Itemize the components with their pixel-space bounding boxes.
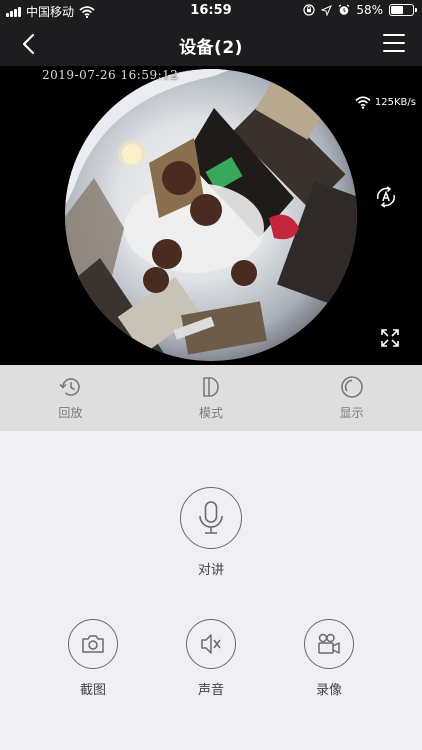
fullscreen-icon[interactable]: [380, 328, 400, 348]
status-bar: 中国移动 16:59 58%: [0, 0, 422, 22]
history-icon: [59, 378, 81, 396]
battery-icon: [389, 4, 417, 16]
snapshot-button[interactable]: [68, 619, 118, 669]
playback-label: 回放: [58, 406, 83, 420]
status-right: 58%: [303, 3, 417, 17]
snapshot-label: 截图: [79, 683, 106, 698]
speaker-mute-icon: [201, 634, 221, 654]
alarm-clock-icon: [338, 4, 350, 15]
fisheye-camera-image: [65, 69, 357, 361]
function-toolbar: 回放 模式 显示: [0, 365, 422, 431]
display-button[interactable]: 显示: [281, 365, 422, 431]
wifi-icon: [355, 96, 371, 109]
playback-button[interactable]: 回放: [0, 365, 141, 431]
video-timestamp: 2019-07-26 16:59:12: [42, 68, 179, 82]
auto-rotate-icon[interactable]: [374, 185, 398, 209]
sound-label: 声音: [197, 683, 224, 698]
page-title: 设备(2): [179, 38, 243, 58]
talk-control: 对讲: [179, 487, 243, 578]
talk-button[interactable]: [180, 487, 242, 549]
camera-video-view[interactable]: 2019-07-26 16:59:12 125KB/s: [0, 66, 422, 365]
record-button[interactable]: [304, 619, 354, 669]
record-label: 录像: [315, 683, 342, 698]
location-arrow-icon: [321, 4, 333, 16]
sound-control: 声音: [181, 619, 241, 698]
talk-label: 对讲: [197, 563, 224, 578]
snapshot-control: 截图: [63, 619, 123, 698]
nav-bar: 设备(2): [0, 22, 422, 66]
network-speed: 125KB/s: [355, 96, 416, 109]
battery-percent: 58%: [356, 3, 383, 17]
menu-button[interactable]: [382, 32, 406, 54]
record-control: 录像: [299, 619, 359, 698]
mode-button[interactable]: 模式: [141, 365, 282, 431]
sound-button[interactable]: [186, 619, 236, 669]
camera-icon: [82, 635, 104, 653]
display-icon: [340, 376, 363, 398]
controls-panel: 对讲 截图 声音 录像: [0, 431, 422, 750]
mode-icon: [203, 377, 219, 397]
display-label: 显示: [339, 406, 364, 420]
microphone-icon: [199, 501, 223, 534]
mode-label: 模式: [199, 406, 224, 420]
orientation-lock-icon: [303, 4, 315, 16]
video-camera-icon: [318, 633, 340, 654]
speed-value: 125KB/s: [374, 97, 416, 108]
